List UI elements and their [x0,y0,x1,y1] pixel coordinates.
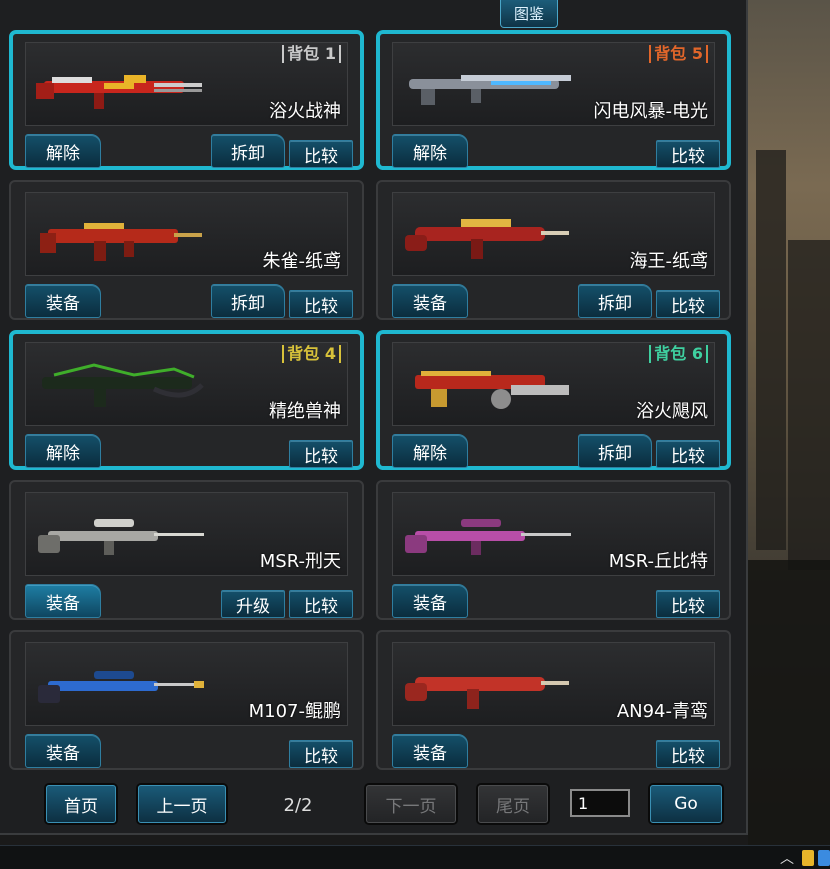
weapon-card[interactable]: MSR-刑天 装备 升级 比较 [9,480,364,620]
compare-button[interactable]: 比较 [289,740,353,768]
weapon-card[interactable]: 海王-纸鸢 装备 拆卸 比较 [376,180,731,320]
dismantle-button[interactable]: 拆卸 [211,284,285,318]
page-indicator: 2/2 [283,795,313,816]
first-page-button[interactable]: 首页 [46,785,116,823]
background-scenery [748,0,830,845]
weapon-preview: 海王-纸鸢 [392,192,715,276]
weapon-name: AN94-青鸾 [616,701,708,722]
weapon-image [415,371,569,409]
weapon-preview: MSR-刑天 [25,492,348,576]
compare-button[interactable]: 比较 [656,140,720,168]
weapon-card[interactable]: M107-鲲鹏 装备 比较 [9,630,364,770]
weapon-name: 朱雀-纸鸢 [262,251,342,272]
next-page-button: 下一页 [366,785,456,823]
compare-button[interactable]: 比较 [289,590,353,618]
bag-badge: 背包 6 [649,345,708,363]
compare-button[interactable]: 比较 [289,440,353,468]
weapon-image [405,677,569,709]
weapon-name: 浴火飓风 [636,401,708,422]
unequip-button[interactable]: 解除 [392,134,468,168]
weapon-image [405,519,571,555]
weapon-image [42,363,204,407]
tab-catalog[interactable]: 图鉴 [500,0,558,28]
weapon-image [36,75,202,109]
dismantle-button[interactable]: 拆卸 [578,284,652,318]
weapon-image [40,223,202,261]
dismantle-button[interactable]: 拆卸 [211,134,285,168]
compare-button[interactable]: 比较 [656,440,720,468]
bag-badge: 背包 4 [282,345,341,363]
weapon-name: 闪电风暴-电光 [593,101,709,122]
weapon-preview: 背包 1 浴火战神 [25,42,348,126]
compare-button[interactable]: 比较 [656,290,720,318]
equip-button[interactable]: 装备 [392,284,468,318]
tray-app-icon[interactable] [818,850,830,866]
weapon-card[interactable]: 背包 5 闪电风暴-电光 解除 比较 [376,30,731,170]
unequip-button[interactable]: 解除 [25,434,101,468]
page-number-input[interactable] [570,789,630,817]
weapon-card[interactable]: 背包 6 浴火飓风 解除 拆卸 比较 [376,330,731,470]
weapon-preview: 背包 4 精绝兽神 [25,342,348,426]
equip-button[interactable]: 装备 [25,734,101,768]
weapon-image [38,671,204,703]
weapon-preview: 背包 6 浴火飓风 [392,342,715,426]
upgrade-button[interactable]: 升级 [221,590,285,618]
compare-button[interactable]: 比较 [289,140,353,168]
weapon-card[interactable]: AN94-青鸾 装备 比较 [376,630,731,770]
weapon-name: 精绝兽神 [269,401,341,422]
compare-button[interactable]: 比较 [656,740,720,768]
compare-button[interactable]: 比较 [289,290,353,318]
weapon-name: MSR-刑天 [259,551,341,572]
weapon-name: MSR-丘比特 [608,551,708,572]
go-button[interactable]: Go [650,785,722,823]
weapon-panel: 图鉴 背包 1 浴火战神 解除 拆卸 比较 背包 5 闪电风暴-电光 解除 比较… [0,0,748,835]
weapon-name: 浴火战神 [269,101,341,122]
last-page-button: 尾页 [478,785,548,823]
equip-button[interactable]: 装备 [25,584,101,618]
weapon-preview: AN94-青鸾 [392,642,715,726]
weapon-card[interactable]: MSR-丘比特 装备 比较 [376,480,731,620]
weapon-card[interactable]: 背包 1 浴火战神 解除 拆卸 比较 [9,30,364,170]
taskbar: ︿ [0,845,830,869]
weapon-image [405,219,569,259]
weapon-preview: 朱雀-纸鸢 [25,192,348,276]
prev-page-button[interactable]: 上一页 [138,785,226,823]
bag-badge: 背包 1 [282,45,341,63]
dismantle-button[interactable]: 拆卸 [578,434,652,468]
weapon-preview: M107-鲲鹏 [25,642,348,726]
equip-button[interactable]: 装备 [392,584,468,618]
equip-button[interactable]: 装备 [392,734,468,768]
weapon-preview: MSR-丘比特 [392,492,715,576]
unequip-button[interactable]: 解除 [25,134,101,168]
tray-app-icon[interactable] [802,850,814,866]
unequip-button[interactable]: 解除 [392,434,468,468]
weapon-preview: 背包 5 闪电风暴-电光 [392,42,715,126]
weapon-name: 海王-纸鸢 [629,251,709,272]
bag-badge: 背包 5 [649,45,708,63]
weapon-image [38,519,204,555]
compare-button[interactable]: 比较 [656,590,720,618]
weapon-card[interactable]: 朱雀-纸鸢 装备 拆卸 比较 [9,180,364,320]
weapon-image [409,75,571,105]
weapon-name: M107-鲲鹏 [248,701,341,722]
weapon-card[interactable]: 背包 4 精绝兽神 解除 比较 [9,330,364,470]
chevron-up-icon[interactable]: ︿ [780,848,794,868]
equip-button[interactable]: 装备 [25,284,101,318]
